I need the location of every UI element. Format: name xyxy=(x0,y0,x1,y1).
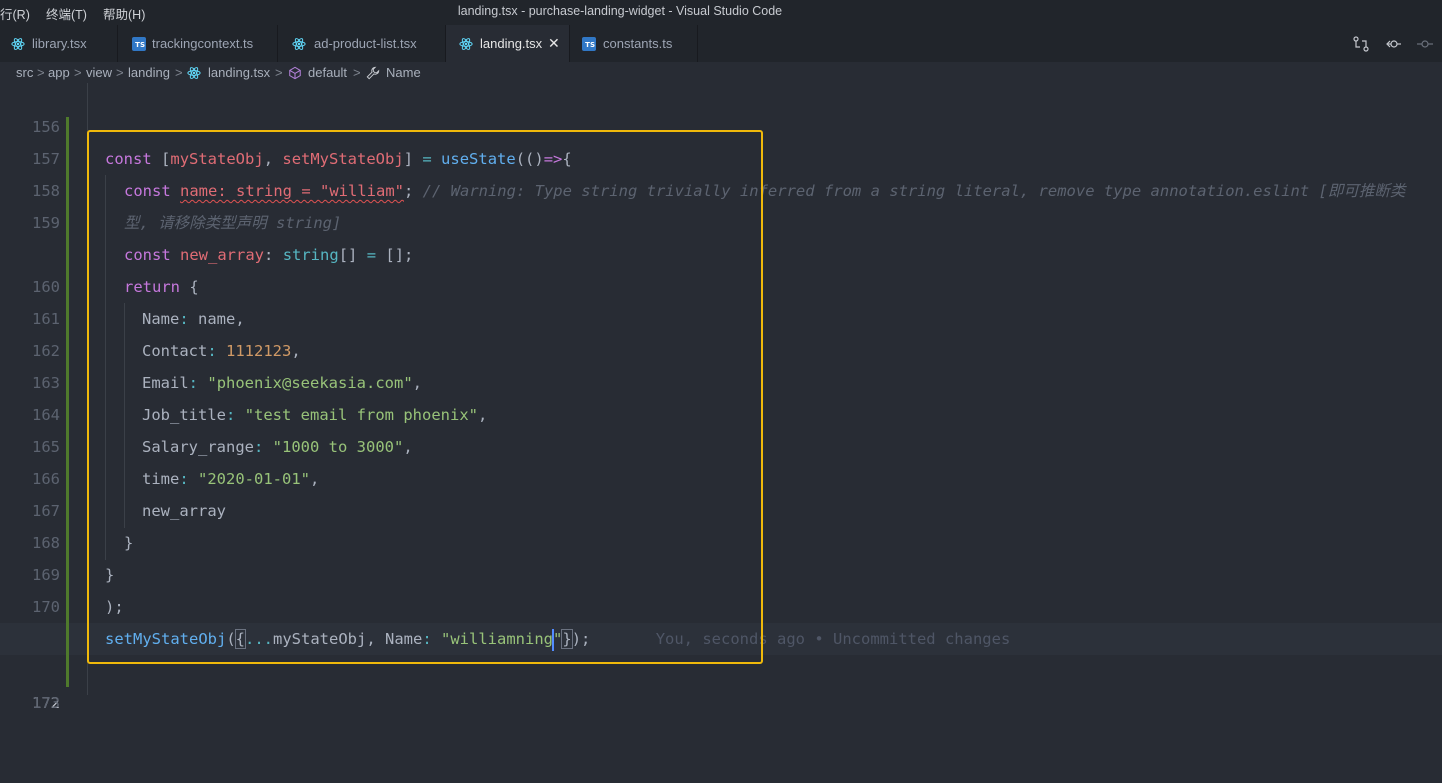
code-line: 167 time: "2020-01-01", xyxy=(0,463,1442,520)
eslint-warning-continued: 型, 请移除类型声明 string] xyxy=(124,214,342,232)
code-text: const [myStateObj, setMyStateObj] = useS… xyxy=(105,150,572,168)
code-line: 156 xyxy=(0,79,1442,136)
tab-trackingcontext[interactable]: TS trackingcontext.ts xyxy=(118,25,278,62)
code-line: 157 xyxy=(0,111,1442,168)
next-change-icon[interactable] xyxy=(1416,35,1434,53)
indent-guide xyxy=(87,83,88,695)
typescript-icon: TS xyxy=(582,37,596,51)
tab-constants[interactable]: TS constants.ts xyxy=(570,25,698,62)
symbol-class-icon xyxy=(289,66,301,80)
indent-guide xyxy=(124,303,125,528)
code-line: 159 const name: string = "william"; // W… xyxy=(0,175,1442,232)
tab-ad-product-list[interactable]: ad-product-list.tsx xyxy=(278,25,446,62)
code-text: } xyxy=(124,534,134,552)
editor-tab-bar: library.tsx TS trackingcontext.ts ad-pro… xyxy=(0,25,1442,62)
eslint-warning: // Warning: Type string trivially inferr… xyxy=(422,182,1406,200)
code-text: } xyxy=(105,566,115,584)
code-line: 170 } xyxy=(0,559,1442,616)
tab-label: ad-product-list.tsx xyxy=(314,36,417,51)
code-line: 171 ); xyxy=(0,591,1442,648)
code-line: 163 Contact: 1112123, xyxy=(0,335,1442,392)
code-text: const new_array: string[] = []; xyxy=(124,246,414,264)
code-text: Salary_range: "1000 to 3000", xyxy=(142,438,413,456)
open-changes-icon[interactable] xyxy=(1352,35,1370,53)
react-icon xyxy=(187,67,201,79)
title-bar: 行(R) 终端(T) 帮助(H) landing.tsx - purchase-… xyxy=(0,0,1442,25)
previous-change-icon[interactable] xyxy=(1384,35,1402,53)
code-line: 168 new_array xyxy=(0,495,1442,552)
code-editor[interactable]: 156 157 158 const [myStateObj, setMyStat… xyxy=(0,83,1442,712)
react-icon xyxy=(459,38,473,50)
tab-label: library.tsx xyxy=(32,36,87,51)
code-text: ); xyxy=(105,598,124,616)
tab-label: constants.ts xyxy=(603,36,673,51)
code-text: Email: "phoenix@seekasia.com", xyxy=(142,374,423,392)
code-line: 166 Salary_range: "1000 to 3000", xyxy=(0,431,1442,488)
window-title: landing.tsx - purchase-landing-widget - … xyxy=(457,4,783,18)
close-icon[interactable]: ✕ xyxy=(548,25,560,62)
react-icon xyxy=(292,38,306,50)
code-line: 169 } xyxy=(0,527,1442,584)
code-line: 160 const new_array: string[] = []; xyxy=(0,239,1442,296)
tab-label: trackingcontext.ts xyxy=(152,36,254,51)
code-line: 158 const [myStateObj, setMyStateObj] = … xyxy=(0,143,1442,200)
tab-library[interactable]: library.tsx xyxy=(0,25,118,62)
code-text: Contact: 1112123, xyxy=(142,342,301,360)
line-number: 173 xyxy=(32,694,60,712)
code-text: setMyStateObj({...myStateObj, Name: "wil… xyxy=(105,623,1010,655)
code-line: 173 xyxy=(0,655,1442,712)
code-line: 161 return { xyxy=(0,271,1442,328)
code-text: const name: string = "william"; // Warni… xyxy=(124,182,1406,200)
code-line-current: 172 setMyStateObj({...myStateObj, Name: … xyxy=(0,623,1442,712)
code-text: return { xyxy=(124,278,199,296)
code-text: Name: name, xyxy=(142,310,245,328)
react-icon xyxy=(11,38,25,50)
git-blame-annotation: You, seconds ago • Uncommitted changes xyxy=(655,630,1011,648)
code-text: time: "2020-01-01", xyxy=(142,470,320,488)
code-text: new_array xyxy=(142,502,226,520)
code-line: 162 Name: name, xyxy=(0,303,1442,360)
tab-landing[interactable]: landing.tsx ✕ xyxy=(446,25,570,62)
tab-label: landing.tsx xyxy=(480,36,543,51)
code-line: 164 Email: "phoenix@seekasia.com", xyxy=(0,367,1442,424)
code-line: 165 Job_title: "test email from phoenix"… xyxy=(0,399,1442,456)
wrench-icon xyxy=(366,66,380,80)
git-added-gutter-indicator xyxy=(66,117,69,687)
code-text: Job_title: "test email from phoenix", xyxy=(142,406,488,424)
code-line-wrap: 型, 请移除类型声明 string] xyxy=(0,207,1442,239)
indent-guide xyxy=(105,175,106,560)
typescript-icon: TS xyxy=(132,37,146,51)
